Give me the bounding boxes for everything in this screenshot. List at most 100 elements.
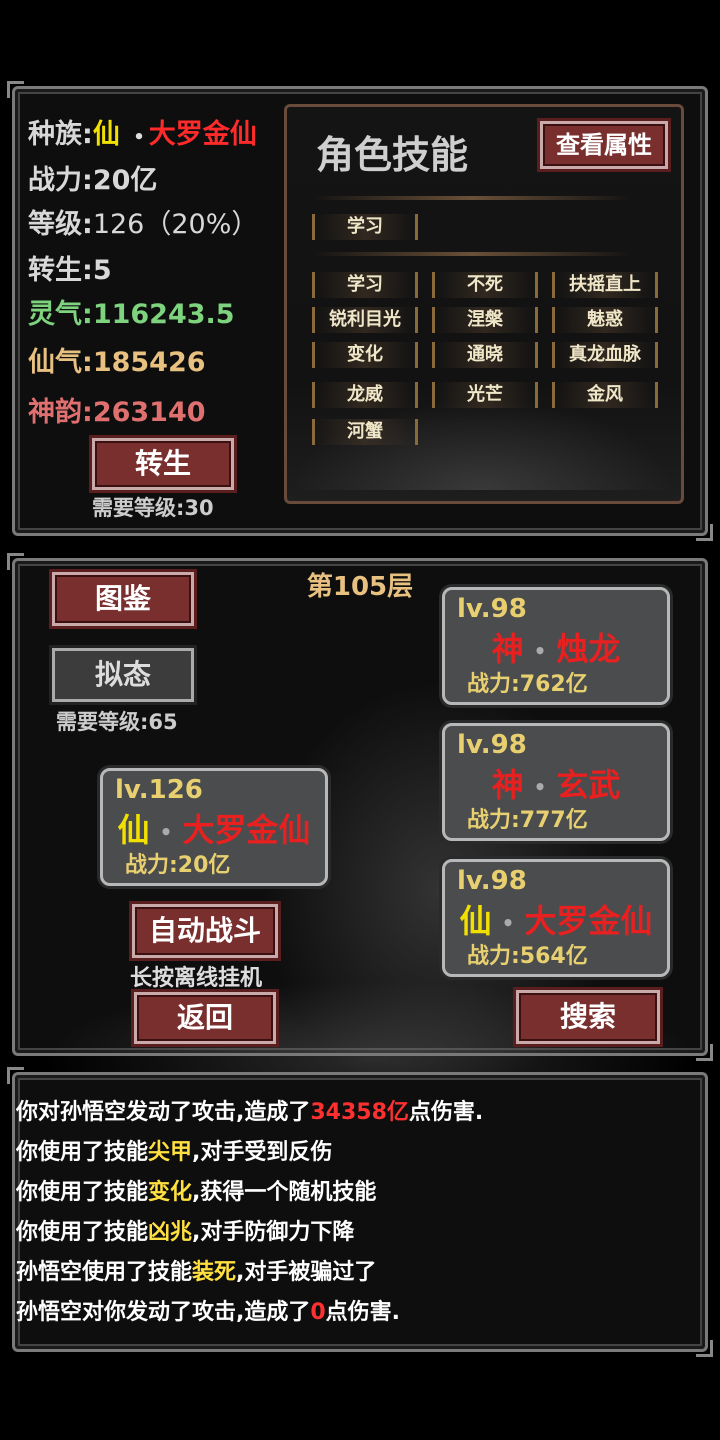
enemy-rank: 大罗金仙 xyxy=(524,902,653,940)
enemy-card[interactable]: lv.98 仙 • 大罗金仙 战力:564亿 xyxy=(442,859,670,977)
log-highlight: 装死 xyxy=(192,1260,237,1285)
rebirth-value: 5 xyxy=(92,255,112,286)
enemy-race: 神 xyxy=(491,630,524,668)
rebirth-button[interactable]: 转生 xyxy=(89,435,237,493)
race-value: 仙 xyxy=(92,119,120,150)
enemy-name: 仙 • 大罗金仙 xyxy=(445,896,667,942)
log-line: 孙悟空对你发动了攻击,造成了0点伤害. xyxy=(16,1294,400,1326)
search-button[interactable]: 搜索 xyxy=(513,987,663,1047)
log-highlight: 0 xyxy=(310,1300,326,1325)
skill-item[interactable]: 不死 xyxy=(432,272,538,298)
player-race: 仙 xyxy=(117,811,150,849)
log-text: 你使用了技能 xyxy=(16,1140,149,1165)
log-text: 点伤害. xyxy=(325,1300,401,1325)
skill-item[interactable]: 通晓 xyxy=(432,342,538,368)
log-highlight: 34358亿 xyxy=(310,1100,409,1125)
divider xyxy=(312,196,632,200)
enemy-card[interactable]: lv.98 神 • 玄武 战力:777亿 xyxy=(442,723,670,841)
enemy-power: 战力:564亿 xyxy=(467,944,588,969)
shenyun-label: 神韵: xyxy=(28,397,93,428)
enemy-name: 神 • 玄武 xyxy=(445,760,667,806)
rebirth-label: 转生: xyxy=(28,255,93,286)
log-line: 你使用了技能尖甲,对手受到反伤 xyxy=(16,1134,332,1166)
player-dot: • xyxy=(159,820,173,844)
level-label: 等级: xyxy=(28,209,93,240)
race-row: 种族:仙 • 大罗金仙 xyxy=(28,112,257,151)
log-text: 你对孙悟空发动了攻击,造成了 xyxy=(16,1100,311,1125)
player-card[interactable]: lv.126 仙 • 大罗金仙 战力:20亿 xyxy=(100,768,328,886)
rebirth-requirement: 需要等级:30 xyxy=(92,496,214,520)
learn-slot[interactable]: 学习 xyxy=(312,214,418,240)
lingqi-label: 灵气: xyxy=(28,299,93,330)
skill-item[interactable]: 扶摇直上 xyxy=(552,272,658,298)
enemy-power: 战力:777亿 xyxy=(467,808,588,833)
log-highlight: 尖甲 xyxy=(148,1140,193,1165)
power-row: 战力:20亿 xyxy=(28,158,157,197)
shenyun-row: 神韵:263140 xyxy=(28,390,206,429)
enemy-dot: • xyxy=(533,639,547,663)
enemy-rank: 玄武 xyxy=(556,766,621,804)
skill-item[interactable]: 金风 xyxy=(552,382,658,408)
race-rank: 大罗金仙 xyxy=(148,119,257,150)
skill-item[interactable]: 锐利目光 xyxy=(312,307,418,333)
player-rank: 大罗金仙 xyxy=(182,811,311,849)
log-text: 孙悟空对你发动了攻击,造成了 xyxy=(16,1300,311,1325)
divider xyxy=(312,252,632,256)
log-text: ,对手防御力下降 xyxy=(192,1220,355,1245)
level-row: 等级:126（20%） xyxy=(28,202,258,241)
skill-item[interactable]: 变化 xyxy=(312,342,418,368)
enemy-dot: • xyxy=(533,775,547,799)
enemy-card[interactable]: lv.98 神 • 烛龙 战力:762亿 xyxy=(442,587,670,705)
rebirth-row: 转生:5 xyxy=(28,248,112,287)
enemy-dot: • xyxy=(501,911,515,935)
xianqi-label: 仙气: xyxy=(28,347,93,378)
race-label: 种族: xyxy=(28,119,93,150)
log-text: ,对手受到反伤 xyxy=(192,1140,333,1165)
log-text: 孙悟空使用了技能 xyxy=(16,1260,193,1285)
level-value: 126（20%） xyxy=(92,209,259,240)
lingqi-value: 116243.5 xyxy=(92,299,235,330)
log-line: 你使用了技能凶兆,对手防御力下降 xyxy=(16,1214,354,1246)
log-text: ,获得一个随机技能 xyxy=(192,1180,377,1205)
skills-title: 角色技能 xyxy=(316,133,469,177)
skill-item[interactable]: 魅惑 xyxy=(552,307,658,333)
skill-item[interactable]: 光芒 xyxy=(432,382,538,408)
enemy-level: lv.98 xyxy=(457,730,527,760)
enemy-level: lv.98 xyxy=(457,866,527,896)
log-highlight: 凶兆 xyxy=(148,1220,193,1245)
auto-battle-button[interactable]: 自动战斗 xyxy=(129,901,281,961)
power-label: 战力: xyxy=(28,165,93,196)
skill-item[interactable]: 真龙血脉 xyxy=(552,342,658,368)
enemy-race: 神 xyxy=(491,766,524,804)
skills-cloud-decor xyxy=(290,400,674,490)
view-attributes-button[interactable]: 查看属性 xyxy=(537,118,671,172)
log-line: 你对孙悟空发动了攻击,造成了34358亿点伤害. xyxy=(16,1094,483,1126)
skill-item[interactable]: 学习 xyxy=(312,272,418,298)
log-text: ,对手被骗过了 xyxy=(236,1260,377,1285)
enemy-power: 战力:762亿 xyxy=(467,672,588,697)
mimic-requirement: 需要等级:65 xyxy=(56,710,178,734)
codex-button[interactable]: 图鉴 xyxy=(49,569,197,629)
back-button[interactable]: 返回 xyxy=(131,989,279,1047)
lingqi-row: 灵气:116243.5 xyxy=(28,292,235,331)
skill-item[interactable]: 河蟹 xyxy=(312,419,418,445)
player-name: 仙 • 大罗金仙 xyxy=(103,805,325,851)
race-dot: • xyxy=(133,127,145,148)
xianqi-value: 185426 xyxy=(92,347,206,378)
xianqi-row: 仙气:185426 xyxy=(28,340,206,379)
log-highlight: 变化 xyxy=(148,1180,193,1205)
auto-battle-hint: 长按离线挂机 xyxy=(130,966,263,991)
mimic-button[interactable]: 拟态 xyxy=(49,645,197,705)
enemy-race: 仙 xyxy=(459,902,492,940)
log-text: 你使用了技能 xyxy=(16,1220,149,1245)
log-line: 你使用了技能变化,获得一个随机技能 xyxy=(16,1174,376,1206)
log-text: 点伤害. xyxy=(408,1100,484,1125)
power-value: 20亿 xyxy=(92,165,158,196)
skill-item[interactable]: 涅槃 xyxy=(432,307,538,333)
skill-item[interactable]: 龙威 xyxy=(312,382,418,408)
enemy-name: 神 • 烛龙 xyxy=(445,624,667,670)
enemy-rank: 烛龙 xyxy=(556,630,621,668)
log-line: 孙悟空使用了技能装死,对手被骗过了 xyxy=(16,1254,376,1286)
log-text: 你使用了技能 xyxy=(16,1180,149,1205)
shenyun-value: 263140 xyxy=(92,397,206,428)
